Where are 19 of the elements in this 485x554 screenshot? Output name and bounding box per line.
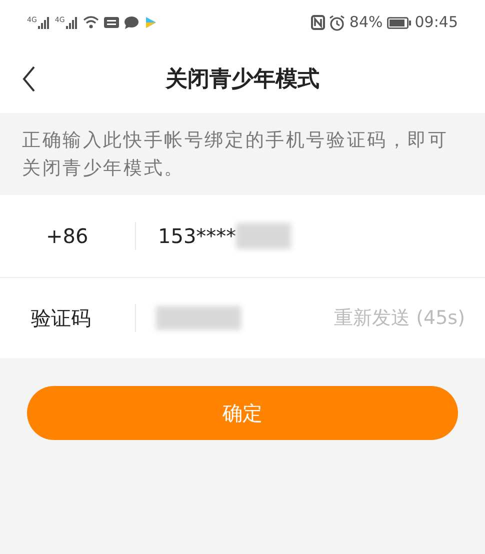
alarm-icon bbox=[329, 14, 346, 30]
signal-icon bbox=[38, 16, 50, 28]
page-title: 关闭青少年模式 bbox=[166, 66, 320, 94]
redaction-blur bbox=[236, 223, 292, 249]
chat-bubble-icon bbox=[124, 16, 139, 29]
battery-icon bbox=[386, 16, 411, 28]
battery-percent: 84% bbox=[349, 12, 383, 34]
phone-number: 153**** bbox=[158, 223, 236, 250]
nfc-icon bbox=[311, 15, 326, 30]
code-label: 验证码 bbox=[30, 305, 92, 332]
clock-time: 09:45 bbox=[414, 12, 458, 34]
country-code[interactable]: +86 bbox=[0, 221, 135, 251]
back-icon bbox=[22, 66, 36, 92]
keyboard-icon bbox=[104, 17, 119, 28]
play-icon bbox=[144, 16, 157, 29]
wifi-icon bbox=[82, 16, 99, 29]
notice-text: 正确输入此快手帐号绑定的手机号验证码，即可关闭青少年模式。 bbox=[22, 129, 450, 181]
signal-icon bbox=[66, 16, 78, 28]
phone-field[interactable]: 153**** bbox=[136, 221, 292, 251]
